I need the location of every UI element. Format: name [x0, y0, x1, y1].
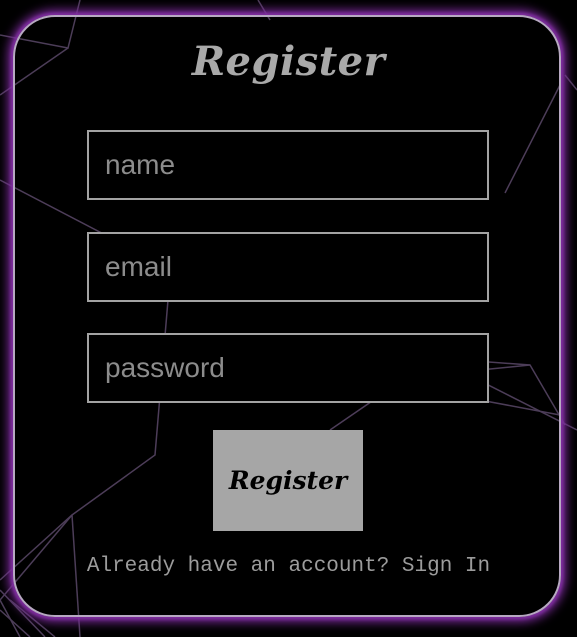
name-input[interactable] [87, 130, 489, 200]
signin-prompt-text: Already have an account? [86, 555, 402, 578]
signin-link[interactable]: Sign In [402, 555, 490, 578]
signin-prompt: Already have an account? Sign In [0, 555, 577, 578]
email-input[interactable] [87, 232, 489, 302]
register-button[interactable]: Register [213, 430, 363, 531]
password-input[interactable] [87, 333, 489, 403]
register-title: Register [191, 38, 386, 85]
page: Register Register Already have an accoun… [0, 0, 577, 637]
